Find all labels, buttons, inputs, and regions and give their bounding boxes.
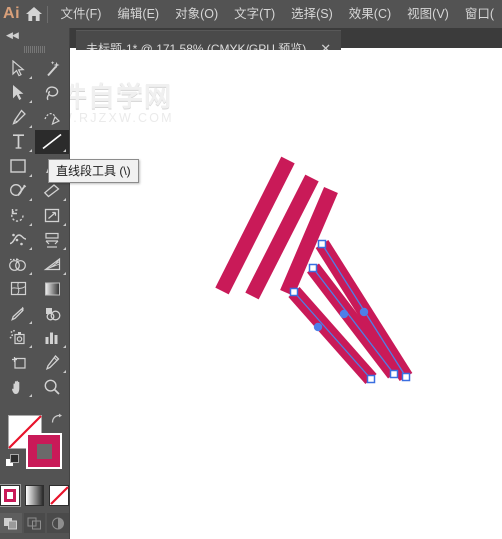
menu-object[interactable]: 对象(O)	[167, 0, 226, 28]
tools-panel: ◀◀	[0, 28, 70, 539]
flyout-indicator	[29, 149, 32, 152]
selection-tool[interactable]	[1, 56, 35, 81]
canvas-area[interactable]	[70, 50, 502, 539]
anchor-start-1	[289, 287, 299, 297]
flyout-indicator	[29, 271, 32, 275]
gradient-mode-button[interactable]	[24, 485, 45, 506]
flyout-indicator	[63, 345, 66, 348]
fill-swatch[interactable]	[26, 433, 62, 469]
magic-wand-tool[interactable]	[35, 56, 69, 81]
anchor-start-2	[308, 263, 318, 273]
shaper-tool[interactable]	[1, 179, 35, 204]
rotate-tool[interactable]	[1, 203, 35, 228]
color-mode-button[interactable]	[0, 485, 20, 506]
lasso-tool[interactable]	[35, 81, 69, 106]
zoom-tool[interactable]	[35, 375, 69, 400]
flyout-indicator	[29, 100, 32, 103]
midpoint-1	[313, 322, 323, 332]
flyout-indicator	[29, 247, 32, 250]
illustrator-window: Ai 文件(F) 编辑(E) 对象(O) 文字(T) 选择(S) 效果(C) 视…	[0, 0, 502, 539]
curvature-tool[interactable]	[35, 105, 69, 130]
color-controls	[0, 411, 69, 481]
flyout-indicator	[29, 173, 32, 177]
flyout-indicator	[29, 75, 32, 79]
artboard-tool[interactable]	[1, 350, 35, 375]
flyout-indicator	[63, 222, 66, 226]
flyout-indicator	[63, 369, 66, 373]
fill-swatch-inner	[36, 443, 52, 459]
draw-mode-buttons	[0, 513, 70, 533]
midpoint-2	[339, 309, 349, 319]
swap-fill-stroke-icon[interactable]	[50, 413, 63, 428]
draw-behind-button[interactable]	[23, 513, 46, 533]
gradient-tool[interactable]	[35, 277, 69, 302]
flyout-indicator	[63, 247, 66, 250]
flyout-indicator	[29, 198, 32, 201]
symbol-sprayer-tool[interactable]	[1, 326, 35, 351]
menu-select[interactable]: 选择(S)	[283, 0, 341, 28]
anchor-end-1	[366, 374, 376, 384]
rectangle-tool[interactable]	[1, 154, 35, 179]
line-segment-tool[interactable]	[35, 129, 69, 154]
mesh-tool[interactable]	[1, 277, 35, 302]
menu-effect[interactable]: 效果(C)	[341, 0, 399, 28]
menu-file[interactable]: 文件(F)	[52, 0, 109, 28]
none-mode-button[interactable]	[49, 485, 70, 506]
slice-tool[interactable]	[35, 350, 69, 375]
tool-tooltip: 直线段工具 (\)	[48, 159, 139, 183]
menu-edit[interactable]: 编辑(E)	[109, 0, 167, 28]
menu-bar: Ai 文件(F) 编辑(E) 对象(O) 文字(T) 选择(S) 效果(C) 视…	[0, 0, 502, 28]
free-transform-tool[interactable]	[35, 228, 69, 253]
hand-tool[interactable]	[1, 375, 35, 400]
none-slash-icon-small	[50, 486, 70, 505]
flyout-indicator	[29, 345, 32, 348]
flyout-indicator	[29, 394, 32, 397]
perspective-grid-tool[interactable]	[35, 252, 69, 277]
menu-type[interactable]: 文字(T)	[226, 0, 283, 28]
width-tool[interactable]	[1, 228, 35, 253]
direct-selection-tool[interactable]	[1, 81, 35, 106]
home-icon[interactable]	[23, 0, 45, 28]
eyedropper-tool[interactable]	[1, 301, 35, 326]
type-tool[interactable]	[1, 130, 35, 155]
default-fill-stroke-icon[interactable]	[5, 454, 21, 470]
column-graph-tool[interactable]	[35, 326, 69, 351]
panel-drag-handle[interactable]	[0, 42, 69, 56]
app-logo: Ai	[3, 5, 21, 22]
line-1	[215, 156, 295, 295]
color-mode-swatch	[4, 489, 16, 502]
shape-builder-tool[interactable]	[1, 252, 35, 277]
flyout-indicator	[63, 198, 66, 201]
pen-tool[interactable]	[1, 105, 35, 130]
anchor-end-2	[389, 369, 399, 379]
anchor-start-3	[317, 239, 327, 249]
artwork-svg	[215, 156, 413, 384]
menu-divider	[46, 5, 48, 23]
flyout-indicator	[63, 271, 66, 275]
flyout-indicator	[29, 320, 32, 324]
tool-grid	[0, 56, 69, 399]
anchor-end-3	[401, 372, 411, 382]
menu-view[interactable]: 视图(V)	[399, 0, 457, 28]
collapse-panel-button[interactable]: ◀◀	[0, 28, 69, 42]
blend-tool[interactable]	[35, 301, 69, 326]
midpoint-3	[359, 307, 369, 317]
paint-mode-buttons	[0, 485, 70, 506]
draw-normal-button[interactable]	[0, 513, 22, 533]
menu-window[interactable]: 窗口(	[457, 0, 502, 28]
draw-inside-button[interactable]	[47, 513, 70, 533]
flyout-indicator	[63, 149, 66, 152]
flyout-indicator	[29, 222, 32, 226]
flyout-indicator	[29, 124, 32, 128]
menu-items: 文件(F) 编辑(E) 对象(O) 文字(T) 选择(S) 效果(C) 视图(V…	[52, 0, 502, 28]
scale-tool[interactable]	[35, 203, 69, 228]
